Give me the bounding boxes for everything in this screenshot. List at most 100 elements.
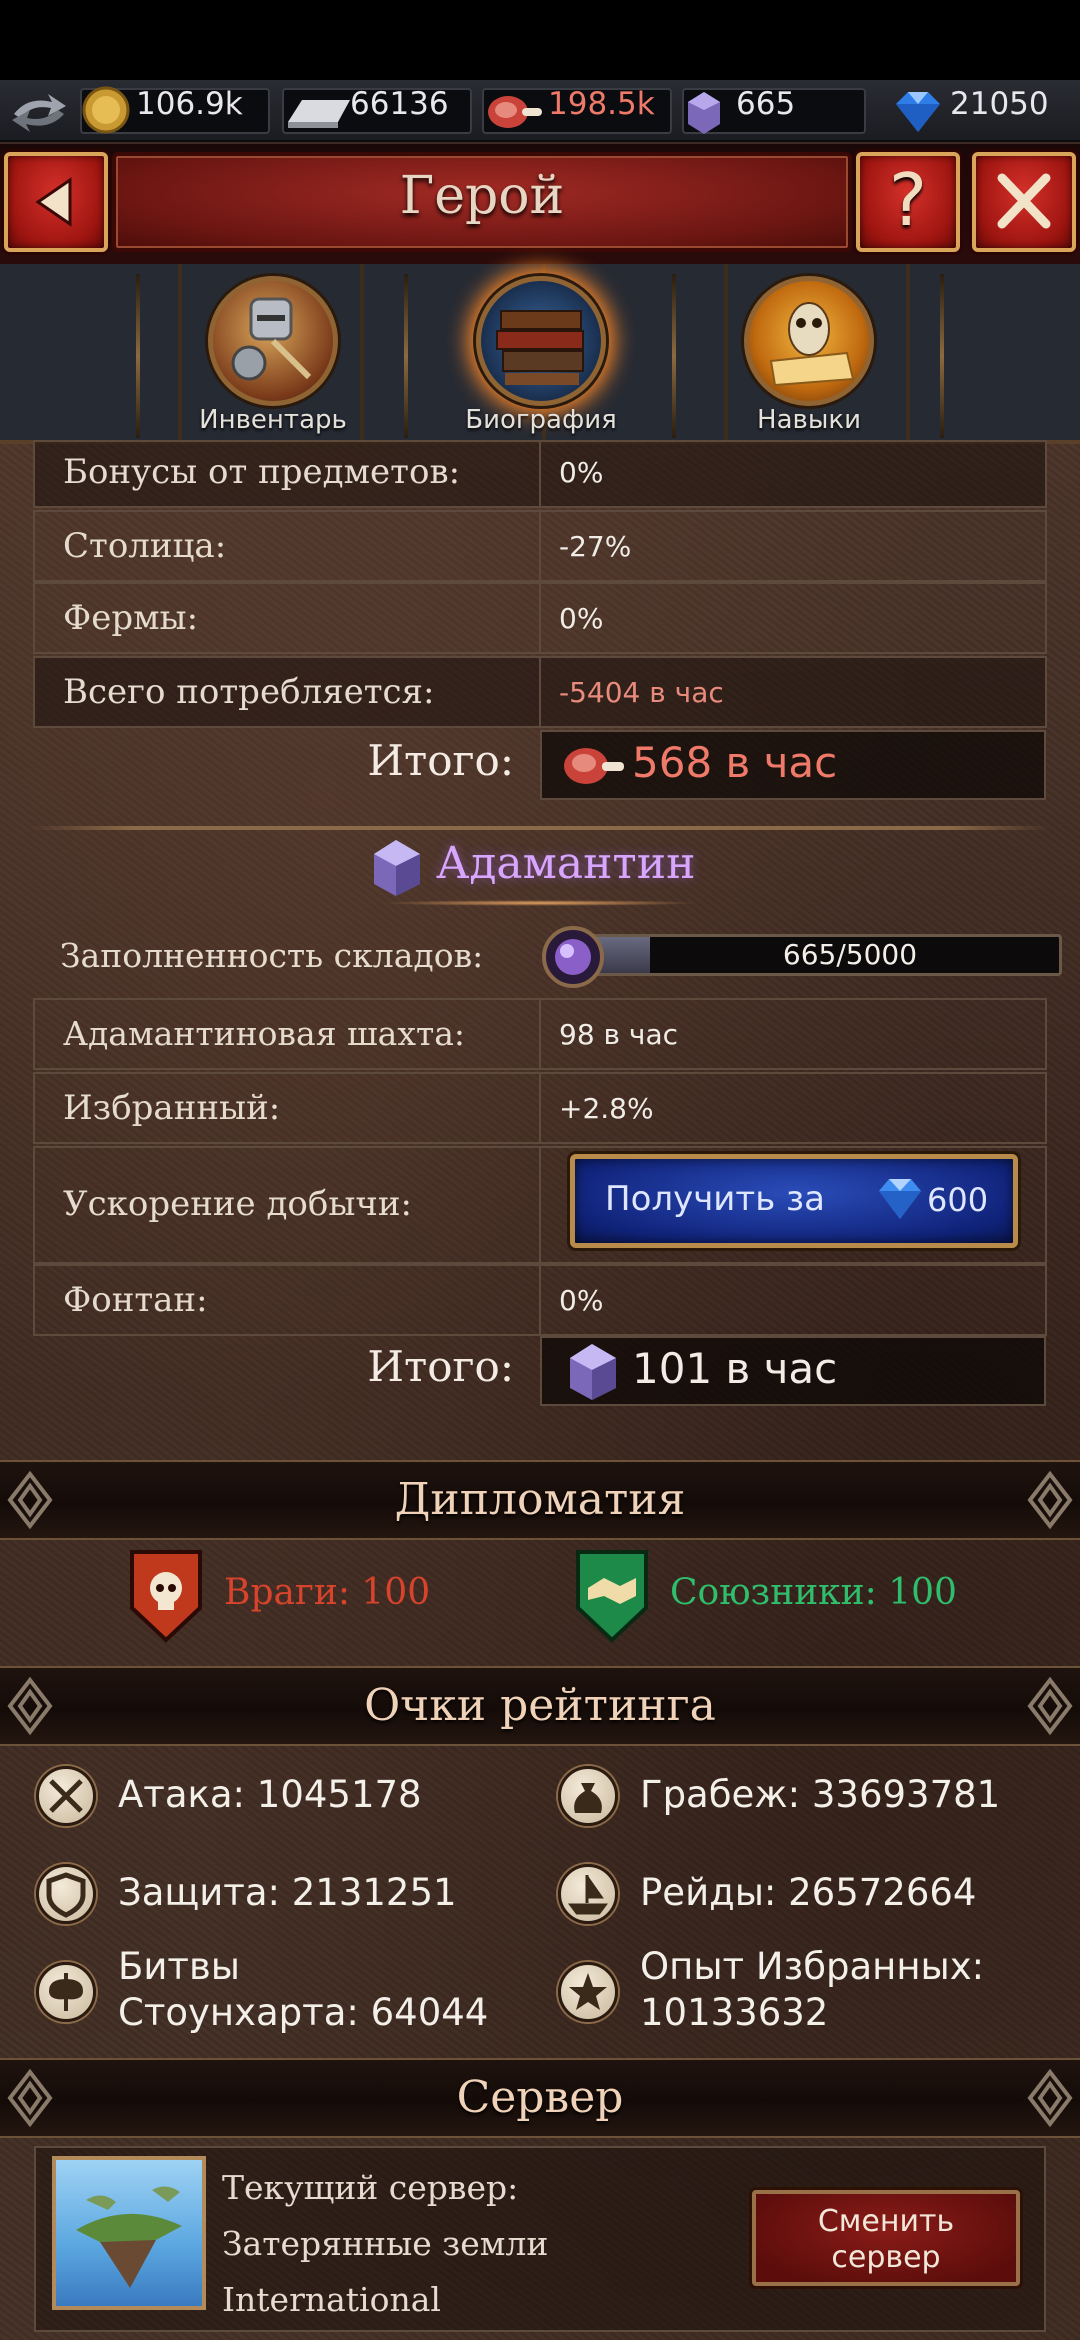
get-boost-button[interactable]: Получить за 600: [570, 1154, 1018, 1248]
gold-value: 106.9k: [136, 86, 243, 122]
adamantine-title: Адамантин: [436, 838, 696, 889]
ship-icon: [558, 1864, 618, 1924]
rating-raids: Рейды: 26572664: [640, 1871, 977, 1914]
server-name-line2: International: [222, 2280, 441, 2319]
meat-icon: [564, 748, 624, 784]
row-value: -27%: [559, 530, 632, 563]
meat-icon: [488, 96, 542, 128]
get-boost-price: 600: [927, 1181, 989, 1219]
rating-stonehart: Битвы Стоунхарта: 64044: [118, 1944, 488, 2036]
row-label: Фонтан:: [63, 1280, 208, 1320]
adamantine-orb-icon: [542, 926, 604, 988]
adamantine-value: 665: [736, 86, 796, 122]
tab-skills-label: Навыки: [757, 405, 861, 435]
battle-axe-icon: [36, 1962, 96, 2022]
shield-icon: [36, 1864, 96, 1924]
row-value: 0%: [559, 602, 604, 635]
storage-label: Заполненность складов:: [60, 936, 484, 975]
table-row: Избранный: +2.8%: [33, 1072, 1047, 1144]
armor-icon: [208, 276, 338, 406]
row-value: 0%: [559, 1284, 604, 1317]
row-label: Столица:: [63, 526, 227, 566]
books-icon: [476, 276, 606, 406]
iron-ingot-icon: [288, 100, 350, 128]
server-name-line1: Затерянные земли: [222, 2224, 549, 2263]
skull-shield-icon: [130, 1550, 202, 1643]
tab-divider: [404, 274, 408, 438]
row-value: +2.8%: [559, 1092, 654, 1125]
row-label: Фермы:: [63, 598, 199, 638]
table-row: Бонусы от предметов: 0%: [33, 440, 1047, 508]
star-icon: [558, 1962, 618, 2022]
tab-biography-label: Биография: [465, 405, 617, 435]
rating-chosen-exp: Опыт Избранных: 10133632: [640, 1944, 984, 2036]
adamantine-crystal-icon: [374, 840, 420, 896]
gem-icon: [879, 1179, 921, 1219]
food-value: 198.5k: [548, 86, 655, 122]
title-glow: [380, 900, 700, 906]
system-status-bar: [0, 0, 1080, 80]
adamantine-total-value: 101 в час: [632, 1344, 838, 1393]
storage-value: 665/5000: [782, 938, 918, 971]
table-row: Фонтан: 0%: [33, 1264, 1047, 1336]
iron-value: 66136: [350, 86, 449, 122]
server-current-label: Текущий сервер:: [222, 2168, 519, 2207]
rating-stonehart-line2: Стоунхарта: 64044: [118, 1991, 489, 2034]
allies-count: Союзники: 100: [670, 1572, 957, 1613]
server-title: Сервер: [456, 2072, 624, 2123]
close-button[interactable]: [972, 152, 1076, 252]
owl-scroll-icon: [744, 276, 874, 406]
rating-stonehart-line1: Битвы: [118, 1945, 241, 1988]
page-title: Герой: [399, 166, 565, 226]
table-row: Всего потребляется: -5404 в час: [33, 656, 1047, 728]
enemies-count: Враги: 100: [224, 1572, 431, 1613]
arrow-left-icon: [35, 177, 72, 227]
row-value: 98 в час: [559, 1018, 679, 1051]
server-island-image: [52, 2156, 206, 2310]
tab-divider: [672, 274, 676, 438]
tab-divider: [940, 274, 944, 438]
rating-attack: Атака: 1045178: [118, 1773, 422, 1816]
row-label: Адамантиновая шахта:: [63, 1014, 466, 1053]
gold-coin-icon: [82, 86, 130, 134]
table-row: Фермы: 0%: [33, 582, 1047, 654]
diplomacy-title: Дипломатия: [394, 1474, 686, 1525]
tab-inventory-label: Инвентарь: [199, 405, 347, 435]
crossed-swords-icon: [36, 1766, 96, 1826]
table-row: Столица: -27%: [33, 510, 1047, 582]
get-boost-label: Получить за: [605, 1179, 825, 1219]
rating-plunder: Грабеж: 33693781: [640, 1773, 1001, 1816]
swap-arrows-icon[interactable]: [8, 92, 70, 132]
change-server-button[interactable]: Сменить сервер: [752, 2190, 1020, 2286]
help-button[interactable]: ?: [856, 152, 960, 252]
close-icon: [997, 173, 1051, 229]
change-server-label: Сменить сервер: [756, 2204, 1016, 2276]
change-server-line2: сервер: [831, 2240, 941, 2275]
loot-bag-icon: [558, 1766, 618, 1826]
food-total-value: 568 в час: [632, 738, 838, 787]
rating-title: Очки рейтинга: [364, 1680, 716, 1731]
change-server-line1: Сменить: [817, 2204, 955, 2239]
row-value: 0%: [559, 456, 604, 489]
adamantine-crystal-icon: [570, 1344, 616, 1400]
tab-divider: [136, 274, 140, 438]
section-divider: [30, 826, 1050, 830]
rating-defense: Защита: 2131251: [118, 1871, 457, 1914]
adamantine-crystal-icon: [688, 92, 720, 134]
gems-value[interactable]: 21050: [950, 86, 1049, 122]
help-icon: ?: [888, 158, 928, 242]
server-info: Текущий сервер: Затерянные земли Interna…: [222, 2160, 548, 2328]
table-row: Адамантиновая шахта: 98 в час: [33, 998, 1047, 1070]
rating-chosen-exp-line2: 10133632: [640, 1991, 829, 2034]
row-label: Бонусы от предметов:: [63, 452, 461, 492]
adamantine-total-label: Итого:: [367, 1342, 514, 1391]
back-button[interactable]: [4, 152, 108, 252]
row-label: Избранный:: [63, 1088, 281, 1128]
food-total-label: Итого:: [367, 736, 514, 785]
handshake-shield-icon: [576, 1550, 648, 1643]
rating-chosen-exp-line1: Опыт Избранных:: [640, 1945, 985, 1988]
row-label: Всего потребляется:: [63, 672, 435, 712]
row-label: Ускорение добычи:: [63, 1184, 412, 1224]
gem-icon: [896, 92, 940, 132]
resource-bar: 106.9k 66136 198.5k 665 21050: [0, 80, 1080, 142]
